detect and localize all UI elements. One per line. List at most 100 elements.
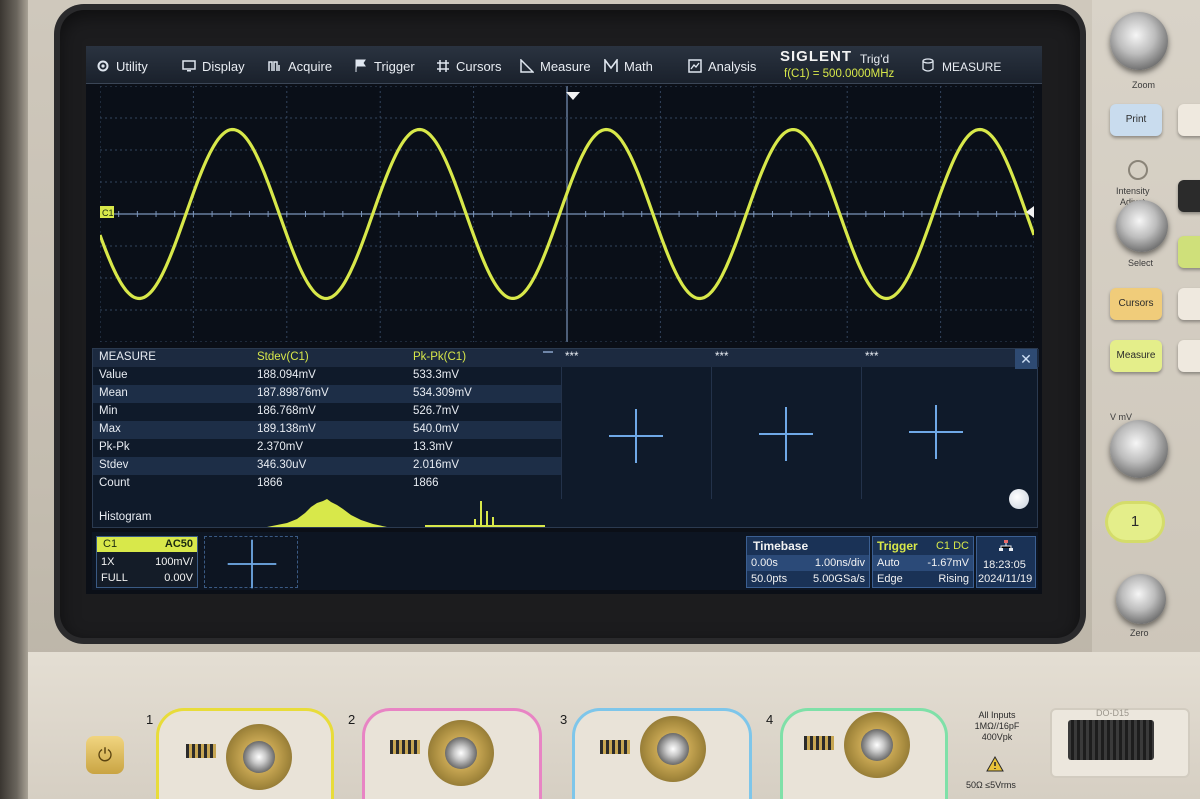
- menu-acquire[interactable]: Acquire: [268, 56, 332, 76]
- pkpk-column-header[interactable]: Pk-Pk(C1): [413, 351, 466, 363]
- case-edge: [0, 0, 28, 799]
- measure-menu-button[interactable]: MEASURE: [922, 58, 1001, 75]
- timebase-descriptor[interactable]: Timebase 0.00s 1.00ns/div 50.0pts 5.00GS…: [746, 536, 870, 588]
- channel-1-probe-comp: [186, 744, 216, 758]
- stdev-column-header[interactable]: Stdev(C1): [257, 351, 309, 363]
- slot-divider: [561, 367, 562, 499]
- trigger-descriptor[interactable]: Trigger C1 DC Auto -1.67mV Edge Rising: [872, 536, 974, 588]
- menu-display-label: Display: [202, 58, 245, 74]
- zoom-knob[interactable]: [1110, 12, 1168, 70]
- close-measure-button[interactable]: ✕: [1015, 349, 1037, 369]
- pkpk-value: 534.309mV: [413, 387, 472, 399]
- power-button[interactable]: ⏻: [86, 736, 124, 774]
- menu-trigger-label: Trigger: [374, 58, 415, 74]
- menu-utility-label: Utility: [116, 58, 148, 74]
- timebase-delay: 0.00s: [751, 557, 778, 569]
- timebase-sample-rate: 5.00GSa/s: [813, 573, 865, 585]
- pkpk-value: 2.016mV: [413, 459, 460, 471]
- channel-1-descriptor[interactable]: C1 AC50 1X 100mV/ FULL 0.00V: [96, 536, 198, 588]
- channel-1-scale: 100mV/: [155, 556, 193, 568]
- timebase-title: Timebase: [753, 539, 809, 553]
- table-row: Value 188.094mV 533.3mV: [93, 367, 561, 385]
- bnc-center: [657, 733, 689, 765]
- side-green-button[interactable]: [1178, 236, 1200, 268]
- channel-1-bnc-input[interactable]: [226, 724, 292, 790]
- stdev-value: 189.138mV: [257, 423, 316, 435]
- channel-4-bnc-input[interactable]: [844, 712, 910, 778]
- channel-3-bnc-input[interactable]: [640, 716, 706, 782]
- slot-1-header[interactable]: ***: [565, 351, 578, 363]
- channel-1-position-knob[interactable]: [1116, 574, 1166, 624]
- channel-1-name: C1: [103, 538, 118, 550]
- stdev-value: 2.370mV: [257, 441, 304, 453]
- side-button[interactable]: [1178, 180, 1200, 212]
- cursors-button[interactable]: Cursors: [1110, 288, 1162, 320]
- channel-1-select-button[interactable]: 1: [1108, 504, 1162, 540]
- db15-port[interactable]: [1068, 720, 1154, 760]
- channel-1-volts-knob[interactable]: [1110, 420, 1168, 478]
- database-icon: [922, 58, 934, 75]
- channel-1-coupling: AC50: [164, 538, 193, 550]
- measure-title: MEASURE: [99, 351, 156, 363]
- timebase-points: 50.0pts: [751, 573, 788, 585]
- menu-bar: Utility Display Acquire Trigger Cursors: [86, 46, 1042, 84]
- display-button[interactable]: [1178, 340, 1200, 372]
- intensity-label: Intensity: [1116, 186, 1150, 196]
- menu-cursors[interactable]: Cursors: [436, 56, 502, 76]
- select-knob[interactable]: [1116, 200, 1168, 252]
- zoom-label: Zoom: [1132, 80, 1156, 90]
- pkpk-value: 1866: [413, 477, 439, 489]
- nav-button[interactable]: [1178, 104, 1200, 136]
- hash-icon: [436, 59, 450, 73]
- measure-panel: MEASURE Stdev(C1) Pk-Pk(C1) *** *** *** …: [92, 348, 1039, 528]
- stdev-value: 187.89876mV: [257, 387, 329, 399]
- measure-button[interactable]: Measure: [1110, 340, 1162, 372]
- monitor-icon: [182, 59, 196, 73]
- add-measurement-slot-1[interactable]: [609, 409, 663, 463]
- add-channel-icon: [227, 539, 277, 589]
- auto-button[interactable]: [1178, 288, 1200, 320]
- volts-label: V mV: [1110, 412, 1133, 422]
- stdev-value: 186.768mV: [257, 405, 316, 417]
- row-label: Mean: [99, 387, 128, 399]
- frequency-readout: f(C1) = 500.0000MHz: [784, 68, 895, 80]
- menu-measure[interactable]: Measure: [520, 56, 591, 76]
- safety-rating-label: 50Ω ≤5Vrms: [966, 780, 1016, 790]
- gear-icon: [96, 59, 110, 73]
- row-label: Pk-Pk: [99, 441, 130, 453]
- clock-descriptor[interactable]: 18:23:05 2024/11/19: [976, 536, 1036, 588]
- stdev-value: 1866: [257, 477, 283, 489]
- slot-3-header[interactable]: ***: [865, 351, 878, 363]
- row-label: Value: [99, 369, 128, 381]
- menu-utility[interactable]: Utility: [96, 56, 148, 76]
- trigger-type: Edge: [877, 573, 903, 585]
- channel-3-probe-comp: [600, 740, 630, 754]
- menu-measure-label: Measure: [540, 58, 591, 74]
- measure-menu-label: MEASURE: [942, 59, 1002, 74]
- stdev-histogram: [267, 499, 387, 527]
- add-measurement-slot-3[interactable]: [909, 405, 963, 459]
- menu-math[interactable]: Math: [604, 56, 653, 76]
- waveform-grid[interactable]: C1: [98, 85, 1036, 343]
- menu-trigger[interactable]: Trigger: [354, 56, 415, 76]
- panel-scroll-button[interactable]: [1009, 489, 1029, 509]
- table-row: Stdev 346.30uV 2.016mV: [93, 457, 561, 475]
- menu-display[interactable]: Display: [182, 56, 245, 76]
- channel-4-probe-comp: [804, 736, 834, 750]
- row-label: Count: [99, 477, 130, 489]
- print-button[interactable]: Print: [1110, 104, 1162, 136]
- zero-label: Zero: [1130, 628, 1149, 638]
- ruler-icon: [520, 58, 535, 73]
- channel-2-bnc-input[interactable]: [428, 720, 494, 786]
- brand-logo: SIGLENT: [780, 48, 853, 65]
- add-channel-slot[interactable]: [204, 536, 298, 589]
- flag-icon: [354, 59, 368, 73]
- trigger-title: Trigger: [877, 539, 918, 553]
- pkpk-dash: [543, 351, 553, 353]
- table-row: Min 186.768mV 526.7mV: [93, 403, 561, 421]
- slot-2-header[interactable]: ***: [715, 351, 728, 363]
- add-measurement-slot-2[interactable]: [759, 407, 813, 461]
- slot-divider: [861, 367, 862, 499]
- menu-analysis[interactable]: Analysis: [688, 56, 756, 76]
- stdev-value: 188.094mV: [257, 369, 316, 381]
